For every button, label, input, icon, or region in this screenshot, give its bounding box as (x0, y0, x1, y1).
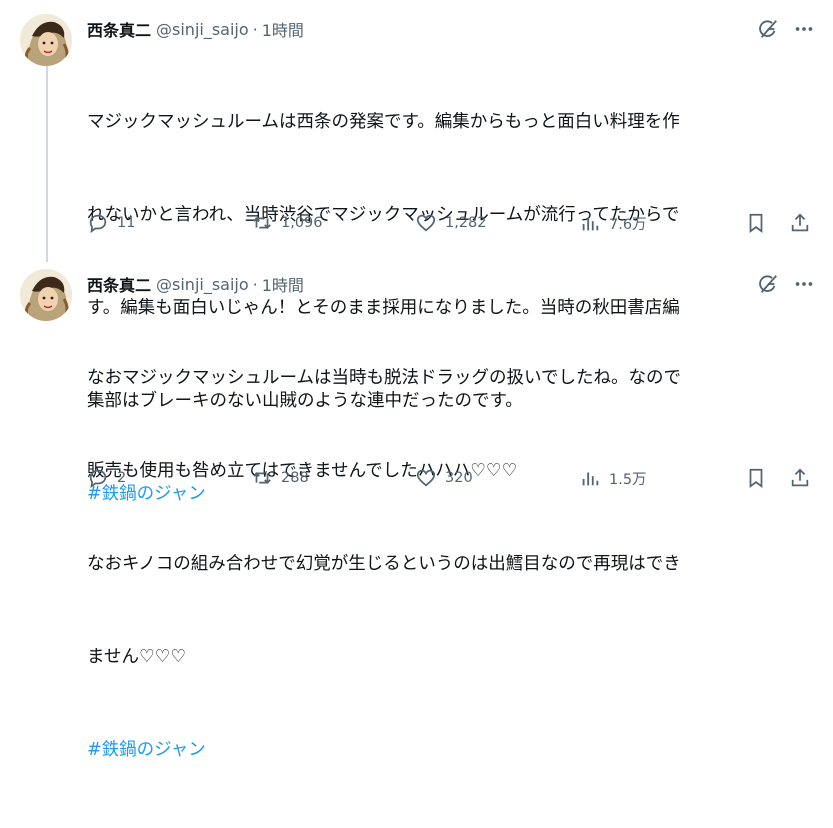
like-count: 1,282 (445, 215, 487, 231)
repost-button[interactable]: 288 (251, 467, 309, 489)
display-name[interactable]: 西条真二 (87, 17, 151, 41)
tweet-2[interactable]: 西条真二 @sinji_saijo · 1時間 なおマジックマッシュルームは当時… (0, 254, 833, 760)
views-icon (582, 217, 599, 231)
heart-icon (416, 469, 436, 487)
repost-icon (253, 217, 271, 229)
separator-dot: · (252, 274, 258, 294)
timestamp[interactable]: 1時間 (262, 17, 304, 41)
tweet-top-icons (757, 272, 815, 296)
avatar[interactable] (20, 14, 72, 66)
reply-count: 2 (117, 470, 127, 486)
tweet-top-icons (757, 17, 815, 41)
views-count: 7.6万 (609, 216, 647, 233)
reply-count: 11 (117, 215, 136, 231)
repost-icon (253, 472, 271, 484)
repost-count: 288 (281, 470, 309, 486)
reply-button[interactable]: 11 (87, 212, 135, 234)
share-icon (791, 468, 809, 487)
repost-count: 1,096 (281, 215, 323, 231)
views-icon (582, 472, 599, 486)
views-button[interactable]: 1.5万 (579, 467, 647, 489)
views-button[interactable]: 7.6万 (579, 212, 647, 234)
bookmark-button[interactable] (745, 467, 767, 489)
bookmark-icon (749, 213, 763, 233)
bookmark-icon (749, 468, 763, 488)
grok-icon[interactable] (757, 18, 779, 40)
separator-dot: · (252, 19, 258, 39)
user-handle[interactable]: @sinji_saijo (156, 20, 249, 39)
like-button[interactable]: 320 (415, 467, 473, 489)
more-icon[interactable] (793, 18, 815, 40)
like-button[interactable]: 1,282 (415, 212, 487, 234)
grok-icon[interactable] (757, 273, 779, 295)
reply-button[interactable]: 2 (87, 467, 126, 489)
display-name[interactable]: 西条真二 (87, 272, 151, 296)
like-count: 320 (445, 470, 473, 486)
reply-icon (89, 469, 107, 489)
thread-line (46, 66, 48, 262)
repost-button[interactable]: 1,096 (251, 212, 323, 234)
more-icon[interactable] (793, 273, 815, 295)
action-bar: 2 288 320 1.5万 (87, 464, 815, 492)
tweet-header: 西条真二 @sinji_saijo · 1時間 (87, 272, 304, 296)
tweet-text-line: ません♡♡♡ (87, 647, 187, 667)
reply-icon (89, 214, 107, 234)
share-icon (791, 213, 809, 232)
share-button[interactable] (789, 212, 811, 234)
tweet-text: なおマジックマッシュルームは当時も脱法ドラッグの扱いでしたね。なので 販売も使用… (87, 301, 817, 828)
hashtag-link[interactable]: #鉄鍋のジャン (87, 735, 817, 766)
tweet-header: 西条真二 @sinji_saijo · 1時間 (87, 17, 304, 41)
timestamp[interactable]: 1時間 (262, 272, 304, 296)
views-count: 1.5万 (609, 471, 647, 488)
avatar[interactable] (20, 269, 72, 321)
user-handle[interactable]: @sinji_saijo (156, 275, 249, 294)
tweet-1[interactable]: 西条真二 @sinji_saijo · 1時間 マジックマッシュルームは西条の発… (0, 0, 833, 504)
heart-icon (416, 214, 436, 232)
tweet-text-line: マジックマッシュルームは西条の発案です。編集からもっと面白い料理を作 (87, 112, 680, 132)
bookmark-button[interactable] (745, 212, 767, 234)
tweet-text-line: なおキノコの組み合わせで幻覚が生じるというのは出鱈目なので再現はでき (87, 554, 681, 574)
tweet-text-line: なおマジックマッシュルームは当時も脱法ドラッグの扱いでしたね。なので (87, 368, 681, 388)
share-button[interactable] (789, 467, 811, 489)
action-bar: 11 1,096 1,282 7.6万 (87, 209, 815, 237)
